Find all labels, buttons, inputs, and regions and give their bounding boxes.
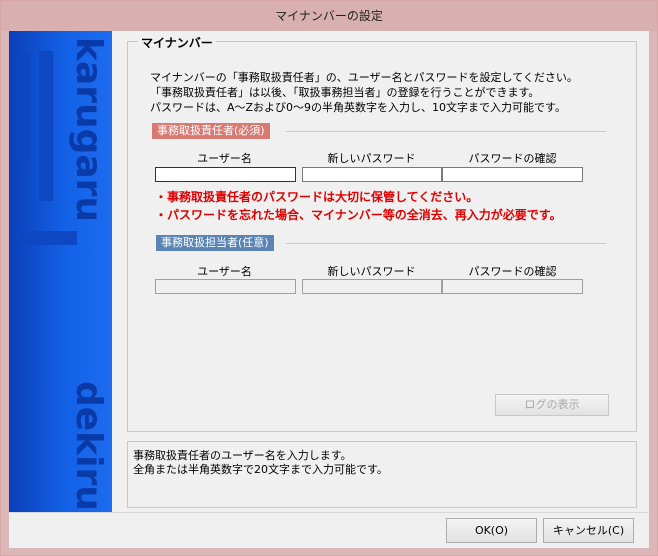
cancel-button[interactable]: キャンセル(C): [543, 518, 634, 543]
staff-username-input: [155, 279, 296, 294]
responsible-confirm-header: パスワードの確認: [468, 152, 557, 165]
staff-new-password-input: [302, 279, 442, 294]
warning-keep-password: ・事務取扱責任者のパスワードは大切に保管してください。: [155, 190, 479, 204]
banner-decoration: [17, 51, 31, 161]
responsible-username-header: ユーザー名: [197, 152, 252, 165]
brand-banner: karugaru dekiru: [9, 31, 112, 512]
help-panel: 事務取扱責任者のユーザー名を入力します。 全角または半角英数字で20文字まで入力…: [127, 441, 637, 508]
banner-logo-top: karugaru: [68, 37, 109, 223]
responsible-new-password-input[interactable]: [302, 167, 442, 182]
banner-logo-bottom: dekiru: [68, 381, 109, 511]
footer-divider: [9, 512, 649, 513]
banner-decoration: [17, 231, 77, 245]
banner-decoration: [39, 51, 53, 201]
ok-button[interactable]: OK(O): [446, 518, 537, 543]
group-title: マイナンバー: [138, 34, 216, 51]
dialog-body: karugaru dekiru マイナンバー マイナンバーの「事務取扱責任者」の…: [9, 31, 649, 548]
staff-section-label: 事務取扱担当者(任意): [156, 235, 274, 251]
responsible-new-password-header: 新しいパスワード: [327, 152, 416, 165]
section-divider: [286, 131, 606, 132]
settings-window: マイナンバーの設定 karugaru dekiru マイナンバー マイナンバーの…: [0, 0, 658, 556]
responsible-confirm-input[interactable]: [442, 167, 583, 182]
section-divider: [286, 243, 606, 244]
show-log-button[interactable]: ログの表示: [495, 394, 609, 416]
mynumber-group: マイナンバー マイナンバーの「事務取扱責任者」の、ユーザー名とパスワードを設定し…: [127, 34, 637, 432]
responsible-username-input[interactable]: [155, 167, 296, 182]
description-line: パスワードは、A～Zおよび0～9の半角英数字を入力し、10文字まで入力可能です。: [150, 101, 566, 114]
staff-username-header: ユーザー名: [197, 265, 252, 278]
warning-forgot-password: ・パスワードを忘れた場合、マイナンバー等の全消去、再入力が必要です。: [155, 208, 562, 222]
description-line: 「事務取扱責任者」は以後、「取扱事務担当者」の登録を行うことができます。: [150, 86, 540, 99]
staff-confirm-input: [442, 279, 583, 294]
responsible-section-label: 事務取扱責任者(必須): [152, 123, 270, 139]
description-line: マイナンバーの「事務取扱責任者」の、ユーザー名とパスワードを設定してください。: [150, 71, 578, 84]
title-bar[interactable]: マイナンバーの設定: [1, 1, 657, 31]
staff-confirm-header: パスワードの確認: [468, 265, 557, 278]
help-line: 全角または半角英数字で20文字まで入力可能です。: [133, 463, 388, 476]
window-title: マイナンバーの設定: [275, 9, 383, 23]
staff-new-password-header: 新しいパスワード: [327, 265, 416, 278]
